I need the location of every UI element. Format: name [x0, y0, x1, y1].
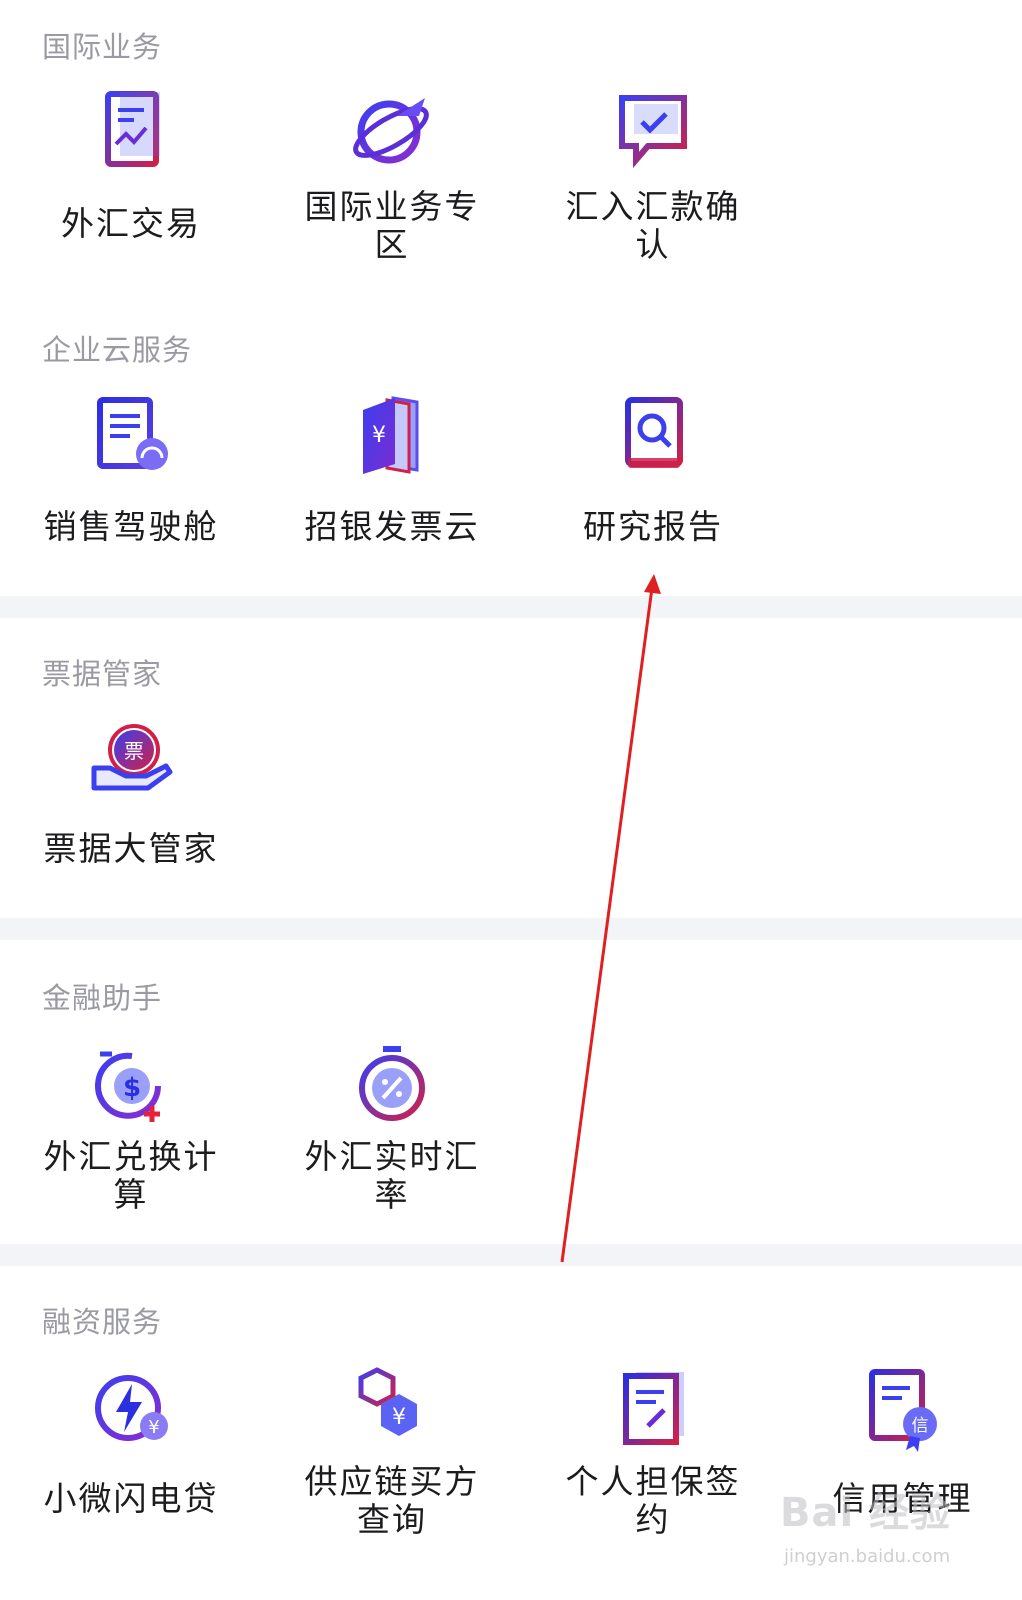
- globe-plane-icon: [347, 86, 437, 176]
- section-international: 国际业务 外汇交易 国际业务专区 汇入汇款确认: [0, 0, 1022, 300]
- tile-label: 国际业务专区: [304, 187, 480, 264]
- tile-label: 供应链买方查询: [304, 1462, 480, 1539]
- dollar-timer-icon: $: [86, 1040, 176, 1130]
- section-divider: [0, 596, 1022, 618]
- section-finance-assistant: 金融助手 $ 外汇兑换计算 外汇实时汇率: [0, 940, 1022, 1244]
- tile-international-zone[interactable]: 国际业务专区: [261, 0, 523, 300]
- lightning-yen-icon: ¥: [86, 1364, 176, 1454]
- sign-document-icon: [608, 1364, 698, 1454]
- tile-research-report[interactable]: 研究报告: [522, 300, 784, 596]
- tile-label: 外汇交易: [61, 204, 201, 243]
- section-enterprise-cloud: 企业云服务 销售驾驶舱 ¥ 招银发票云 研究报告: [0, 300, 1022, 596]
- svg-text:¥: ¥: [148, 1417, 159, 1438]
- tile-label: 招银发票云: [304, 507, 480, 546]
- tile-forex-trade[interactable]: 外汇交易: [0, 0, 262, 300]
- baidu-watermark: Bai 经验 jingyan.baidu.com: [780, 1480, 1020, 1590]
- tile-label: 销售驾驶舱: [43, 507, 219, 546]
- chat-check-icon: [608, 86, 698, 176]
- tile-label: 票据大管家: [43, 829, 219, 868]
- tile-supply-chain-query[interactable]: ¥ 供应链买方查询: [261, 1266, 523, 1600]
- tile-invoice-cloud[interactable]: ¥ 招银发票云: [261, 300, 523, 596]
- tile-quick-loan[interactable]: ¥ 小微闪电贷: [0, 1266, 262, 1600]
- tile-label: 外汇兑换计算: [43, 1137, 219, 1214]
- invoice-book-icon: ¥: [347, 392, 437, 482]
- credit-badge: 信: [911, 1416, 928, 1436]
- bill-badge: 票: [124, 739, 144, 763]
- svg-text:¥: ¥: [372, 423, 386, 448]
- section-divider: [0, 1244, 1022, 1266]
- percent-stopwatch-icon: [347, 1040, 437, 1130]
- tile-bill-manager[interactable]: 票 票据大管家: [0, 618, 262, 918]
- hexagon-yen-icon: ¥: [347, 1364, 437, 1454]
- tile-remittance-confirm[interactable]: 汇入汇款确认: [522, 0, 784, 300]
- sales-dashboard-icon: [86, 392, 176, 482]
- tile-sales-dashboard[interactable]: 销售驾驶舱: [0, 300, 262, 596]
- bill-hand-icon: 票: [86, 716, 176, 806]
- watermark-logo: Bai 经验: [780, 1490, 952, 1536]
- tile-forex-calculator[interactable]: $ 外汇兑换计算: [0, 940, 262, 1244]
- tile-forex-rate[interactable]: 外汇实时汇率: [261, 940, 523, 1244]
- watermark-url: jingyan.baidu.com: [784, 1546, 951, 1567]
- svg-text:$: $: [123, 1073, 141, 1103]
- section-bill-manager: 票据管家 票 票据大管家: [0, 618, 1022, 918]
- tile-label: 汇入汇款确认: [565, 187, 741, 264]
- credit-certificate-icon: 信: [858, 1364, 948, 1454]
- tile-label: 研究报告: [583, 507, 723, 546]
- research-report-icon: [608, 392, 698, 482]
- section-divider: [0, 918, 1022, 940]
- tile-label: 小微闪电贷: [43, 1479, 219, 1518]
- forex-trade-icon: [86, 86, 176, 176]
- tile-label: 外汇实时汇率: [304, 1137, 480, 1214]
- tile-label: 个人担保签约: [565, 1462, 741, 1539]
- tile-personal-guarantee[interactable]: 个人担保签约: [522, 1266, 784, 1600]
- svg-text:¥: ¥: [392, 1405, 406, 1430]
